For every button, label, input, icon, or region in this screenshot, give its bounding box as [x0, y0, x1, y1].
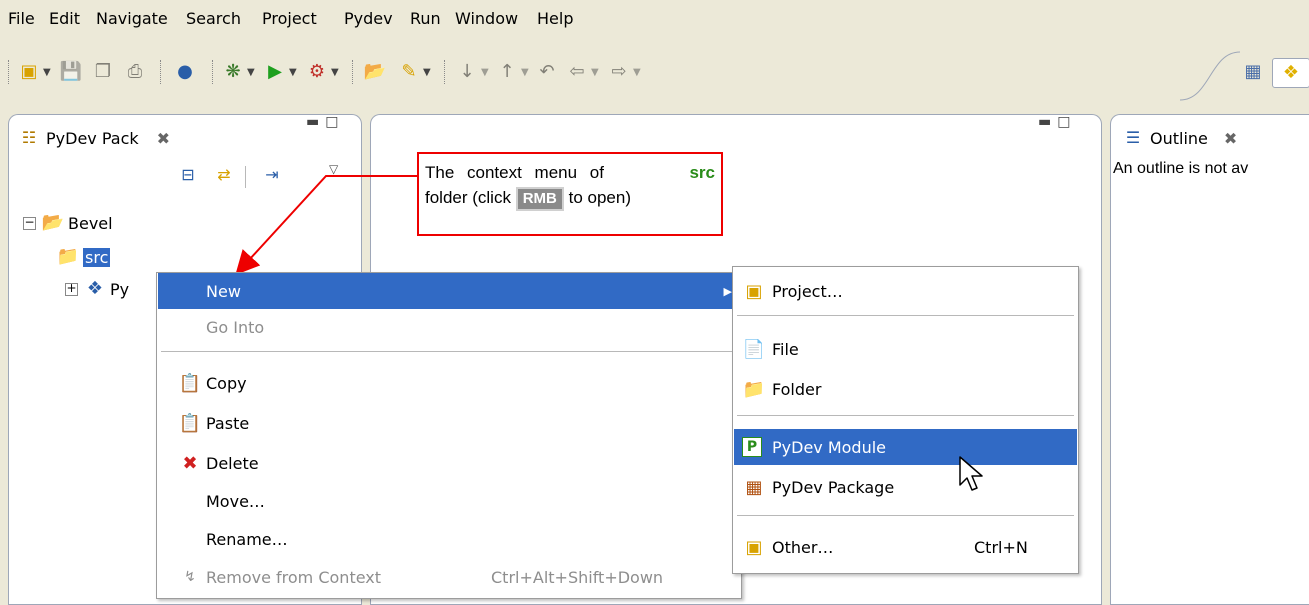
menu-item-copy[interactable]: 📋 Copy	[158, 365, 740, 401]
menu-item-go-into[interactable]: Go Into	[158, 309, 740, 345]
remove-context-icon: ↯	[184, 569, 196, 585]
menu-item-shortcut: Ctrl+Alt+Shift+Down	[491, 567, 664, 587]
menu-separator	[737, 415, 1074, 416]
menu-item-label: New	[206, 281, 241, 301]
menu-item-new[interactable]: New ▶	[158, 273, 740, 309]
context-menu: New ▶ Go Into 📋 Copy 📋 Paste ✖ Delete Mo…	[156, 272, 742, 599]
pydev-package-icon: ▦	[745, 476, 763, 498]
menu-item-shortcut: Ctrl+N	[974, 537, 1028, 557]
submenu-item-project[interactable]: ▣ Project…	[734, 273, 1077, 309]
menu-item-rename[interactable]: Rename…	[158, 521, 740, 557]
new-project-icon: ▣	[745, 280, 763, 302]
submenu-item-pydev-package[interactable]: ▦ PyDev Package	[734, 469, 1077, 505]
delete-icon: ✖	[182, 452, 198, 474]
menu-item-label: Go Into	[206, 317, 265, 337]
new-file-icon: 📄	[742, 338, 766, 360]
submenu-item-folder[interactable]: 📁 Folder	[734, 371, 1077, 407]
menu-item-label: Other…	[772, 537, 834, 557]
mouse-cursor-icon	[959, 456, 983, 491]
menu-separator	[161, 351, 737, 352]
menu-item-label: Rename…	[206, 529, 288, 549]
menu-item-label: PyDev Package	[772, 477, 895, 497]
menu-item-paste[interactable]: 📋 Paste	[158, 405, 740, 441]
copy-icon: 📋	[178, 372, 202, 394]
menu-item-label: Delete	[206, 453, 259, 473]
pydev-module-icon: P	[742, 437, 762, 457]
new-submenu: ▣ Project… 📄 File 📁 Folder P PyDev Modul…	[732, 266, 1079, 574]
menu-item-label: Folder	[772, 379, 822, 399]
menu-item-label: Paste	[206, 413, 250, 433]
menu-item-move[interactable]: Move…	[158, 483, 740, 519]
paste-icon: 📋	[178, 412, 202, 434]
menu-item-label: Project…	[772, 281, 843, 301]
menu-separator	[737, 515, 1074, 516]
menu-item-label: Copy	[206, 373, 247, 393]
new-folder-icon: 📁	[742, 378, 766, 400]
menu-separator	[737, 315, 1074, 316]
submenu-item-other[interactable]: ▣ Other… Ctrl+N	[734, 529, 1077, 565]
menu-item-remove-from-context[interactable]: ↯ Remove from Context Ctrl+Alt+Shift+Dow…	[158, 559, 740, 595]
submenu-arrow-icon: ▶	[723, 284, 732, 298]
menu-item-label: PyDev Module	[772, 437, 887, 457]
submenu-item-pydev-module[interactable]: P PyDev Module	[734, 429, 1077, 465]
new-wizard-icon: ▣	[745, 536, 763, 558]
menu-item-label: Move…	[206, 491, 265, 511]
menu-item-label: File	[772, 339, 799, 359]
menu-item-delete[interactable]: ✖ Delete	[158, 445, 740, 481]
menu-item-label: Remove from Context	[206, 567, 382, 587]
submenu-item-file[interactable]: 📄 File	[734, 331, 1077, 367]
